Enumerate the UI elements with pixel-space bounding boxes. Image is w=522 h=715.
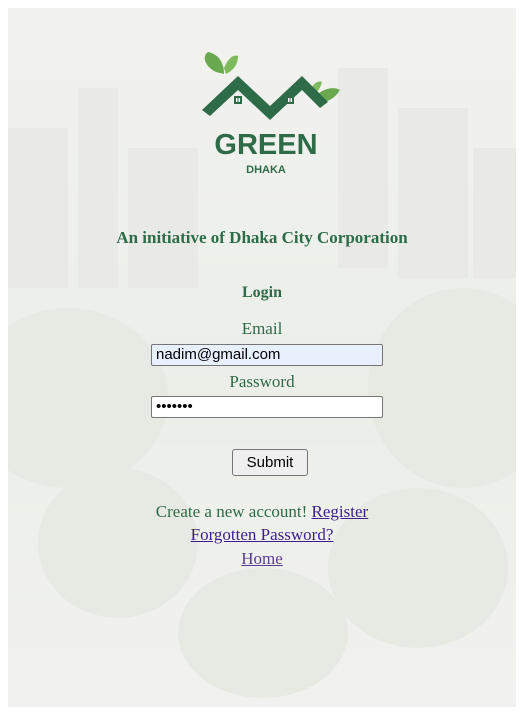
home-link[interactable]: Home <box>241 549 283 568</box>
create-account-text: Create a new account! <box>155 502 308 521</box>
house-roof-icon <box>202 76 328 120</box>
register-link[interactable]: Register <box>312 502 369 521</box>
email-label: Email <box>241 319 283 338</box>
email-input[interactable]: nadim@gmail.com <box>151 344 383 366</box>
home-row: Home <box>8 549 516 569</box>
forgot-row: Forgotten Password? <box>8 525 516 545</box>
tagline: An initiative of Dhaka City Corporation <box>116 228 408 247</box>
login-title: Login <box>241 284 282 301</box>
password-label: Password <box>229 372 295 391</box>
forgot-password-link[interactable]: Forgotten Password? <box>191 525 334 544</box>
register-row: Create a new account! Register <box>8 502 516 522</box>
login-page: GREEN DHAKA An initiative of Dhaka City … <box>8 8 516 707</box>
submit-button[interactable]: Submit <box>232 449 308 476</box>
green-dhaka-logo: GREEN DHAKA <box>202 52 340 176</box>
password-input[interactable]: ••••••• <box>151 396 383 418</box>
logo-subword: DHAKA <box>246 164 286 176</box>
leaf-icon <box>224 55 238 74</box>
leaf-icon <box>204 52 224 74</box>
logo-word: GREEN <box>214 129 317 161</box>
